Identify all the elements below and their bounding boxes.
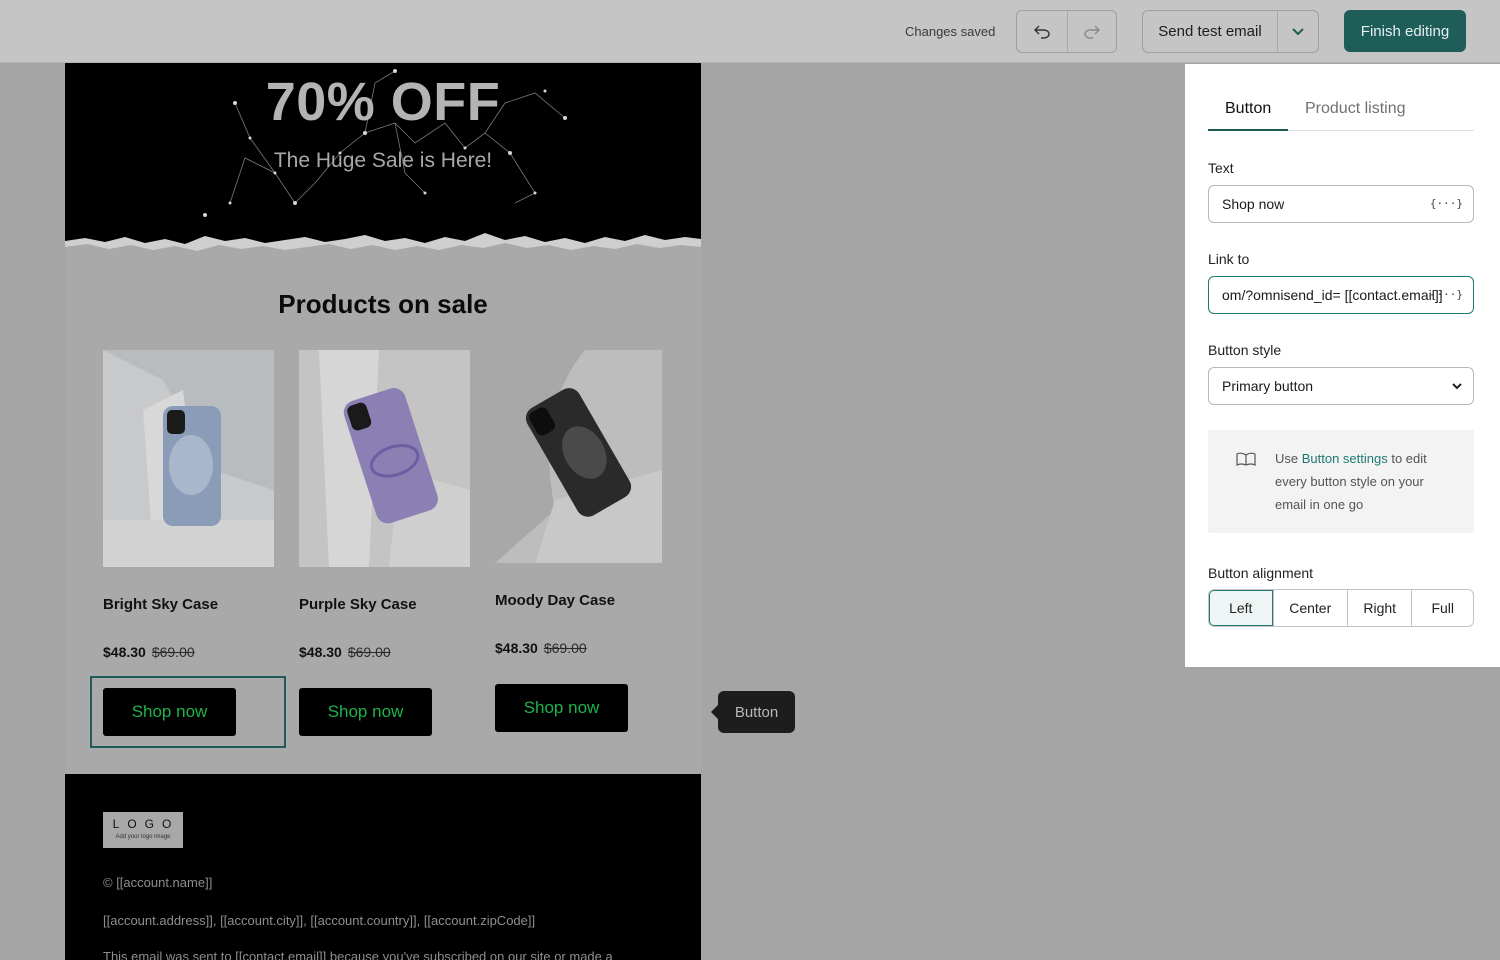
- product-price-1: $48.30 $69.00: [103, 644, 195, 660]
- product-name-3: Moody Day Case: [495, 592, 616, 609]
- alignment-segmented-control: Left Center Right Full: [1208, 589, 1474, 627]
- phone-case-image: [103, 350, 274, 567]
- button-text-value: Shop now: [1222, 196, 1285, 212]
- hero-subtitle: The Huge Sale is Here!: [273, 149, 493, 172]
- hero-title: 70% OFF: [265, 72, 501, 132]
- align-right-button[interactable]: Right: [1346, 590, 1412, 626]
- product-name-1: Bright Sky Case: [103, 596, 219, 613]
- current-price: $48.30: [103, 644, 146, 660]
- logo-text: LOGO: [112, 817, 180, 831]
- logo-subtext: Add your logo image: [115, 834, 171, 840]
- button-settings-link[interactable]: Button settings: [1302, 451, 1388, 466]
- redo-button[interactable]: [1066, 11, 1117, 52]
- book-icon: [1236, 452, 1256, 466]
- logo-placeholder[interactable]: LOGO Add your logo image: [103, 812, 183, 848]
- old-price: $69.00: [151, 644, 195, 660]
- phone-case-image: [299, 350, 470, 567]
- button-text-input[interactable]: Shop now {···}: [1208, 185, 1474, 223]
- alignment-label: Button alignment: [1208, 565, 1314, 581]
- tab-product-listing[interactable]: Product listing: [1305, 100, 1406, 118]
- top-toolbar: Changes saved Send test email Finish edi…: [0, 0, 1500, 63]
- align-left-button[interactable]: Left: [1209, 590, 1273, 626]
- info-prefix: Use: [1275, 451, 1302, 466]
- shop-now-button-2[interactable]: Shop now: [299, 688, 432, 736]
- info-text: Use Button settings to edit every button…: [1275, 447, 1455, 516]
- link-field-label: Link to: [1208, 251, 1250, 267]
- insert-variable-icon[interactable]: {···}: [1430, 197, 1463, 210]
- old-price: $69.00: [347, 644, 391, 660]
- align-full-button[interactable]: Full: [1411, 590, 1473, 626]
- tab-button[interactable]: Button: [1225, 100, 1271, 118]
- products-section-title: Products on sale: [278, 289, 488, 319]
- hero-banner[interactable]: 70% OFF The Huge Sale is Here!: [65, 63, 701, 263]
- panel-tabs: Button Product listing: [1208, 90, 1474, 131]
- torn-paper-edge: [65, 233, 701, 263]
- link-url-value: om/?omnisend_id= [[contact.email]]: [1222, 287, 1442, 303]
- finish-editing-button[interactable]: Finish editing: [1344, 10, 1466, 52]
- product-name-2: Purple Sky Case: [299, 596, 417, 613]
- product-image-2[interactable]: [299, 350, 470, 567]
- settings-panel: Button Product listing Text Shop now {··…: [1185, 64, 1500, 667]
- save-status: Changes saved: [905, 24, 996, 39]
- email-footer[interactable]: LOGO Add your logo image © [[account.nam…: [65, 774, 701, 960]
- send-test-group: Send test email: [1142, 10, 1319, 53]
- phone-case-image: [495, 350, 662, 563]
- button-style-label: Button style: [1208, 342, 1282, 358]
- product-image-3[interactable]: [495, 350, 662, 563]
- shop-now-button-1[interactable]: Shop now: [103, 688, 236, 736]
- send-options-button[interactable]: [1277, 11, 1318, 52]
- undo-redo-group: [1016, 10, 1117, 53]
- footer-notice: This email was sent to [[contact.email]]…: [103, 949, 613, 960]
- product-image-1[interactable]: [103, 350, 274, 567]
- footer-address: [[account.address]], [[account.city]], […: [103, 913, 536, 928]
- text-field-label: Text: [1208, 160, 1234, 176]
- insert-variable-icon[interactable]: {···}: [1430, 288, 1463, 301]
- shop-now-button-3[interactable]: Shop now: [495, 684, 628, 732]
- old-price: $69.00: [543, 640, 587, 656]
- chevron-down-icon: [1292, 27, 1304, 35]
- current-price: $48.30: [299, 644, 342, 660]
- button-style-value: Primary button: [1222, 378, 1314, 394]
- current-price: $48.30: [495, 640, 538, 656]
- button-style-select[interactable]: Primary button: [1208, 367, 1474, 405]
- align-center-button[interactable]: Center: [1272, 590, 1347, 626]
- product-price-3: $48.30 $69.00: [495, 640, 587, 656]
- chevron-down-icon: [1452, 383, 1462, 390]
- email-canvas: 70% OFF The Huge Sale is Here! Products …: [65, 63, 701, 960]
- block-type-tooltip: Button: [711, 691, 795, 733]
- undo-icon: [1033, 25, 1050, 39]
- button-settings-info: Use Button settings to edit every button…: [1208, 430, 1474, 533]
- active-tab-indicator: [1208, 129, 1288, 131]
- send-test-email-button[interactable]: Send test email: [1143, 11, 1277, 52]
- undo-button[interactable]: [1017, 11, 1067, 52]
- product-price-2: $48.30 $69.00: [299, 644, 391, 660]
- link-url-input[interactable]: om/?omnisend_id= [[contact.email]] {···}: [1208, 276, 1474, 314]
- footer-account-name: © [[account.name]]: [103, 875, 213, 890]
- redo-icon: [1084, 25, 1100, 39]
